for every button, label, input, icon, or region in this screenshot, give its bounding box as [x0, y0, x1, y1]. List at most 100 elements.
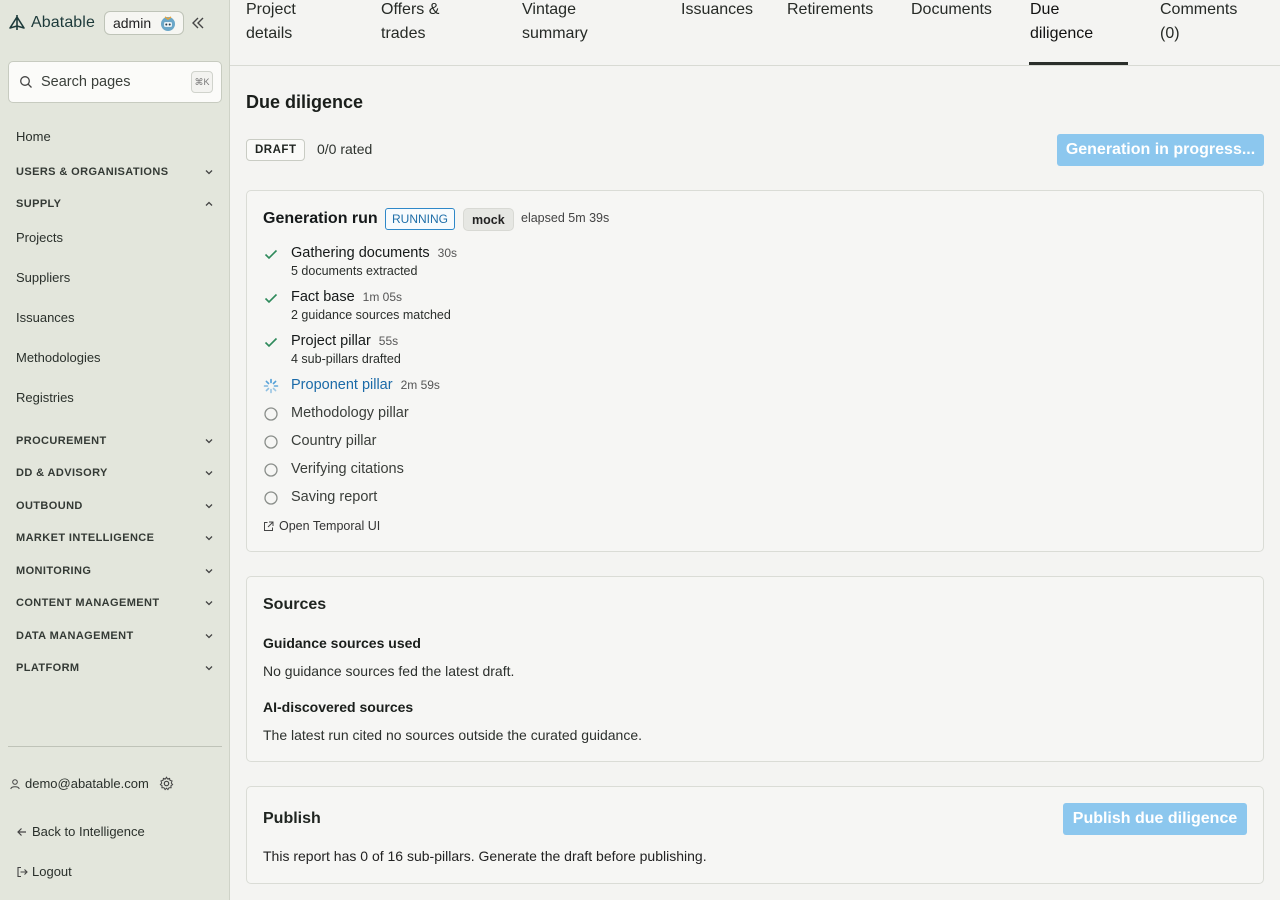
arrow-left-icon [16, 826, 28, 838]
search-shortcut: ⌘K [191, 71, 213, 93]
sidebar-section-procurement[interactable]: PROCUREMENT [16, 435, 214, 447]
sidebar-section-platform[interactable]: PLATFORM [16, 662, 214, 674]
elapsed-time: elapsed 5m 39s [521, 211, 610, 225]
check-icon [263, 290, 279, 306]
pending-circle-icon [263, 490, 279, 506]
chevron-down-icon [204, 663, 214, 673]
sidebar-section-data-management[interactable]: DATA MANAGEMENT [16, 630, 214, 642]
pending-circle-icon [263, 462, 279, 478]
section-label: MONITORING [16, 565, 92, 577]
check-icon [263, 246, 279, 262]
tab-label-line: details [246, 25, 293, 42]
publish-title: Publish [263, 810, 321, 827]
step-name: Proponent pillar [291, 377, 393, 393]
abatable-logo-icon [8, 14, 26, 32]
user-icon [9, 778, 21, 790]
step-detail: 5 documents extracted [291, 264, 418, 278]
section-label: MARKET INTELLIGENCE [16, 532, 155, 544]
external-link-icon [263, 521, 274, 532]
sidebar-divider [8, 746, 222, 747]
sidebar-section-outbound[interactable]: OUTBOUND [16, 500, 214, 512]
chevron-down-icon [204, 167, 214, 177]
search-input[interactable]: Search pages ⌘K [8, 61, 222, 103]
page-title: Due diligence [246, 92, 364, 112]
guidance-sources-heading: Guidance sources used [263, 635, 421, 651]
step-duration: 55s [378, 334, 399, 348]
active-tab-indicator [1029, 62, 1128, 65]
run-status-badge: RUNNING [385, 208, 455, 230]
run-mode-badge: mock [463, 208, 514, 231]
tab-issuances[interactable]: Issuances [681, 0, 753, 22]
sidebar-section-monitoring[interactable]: MONITORING [16, 565, 214, 577]
sidebar-item-registries[interactable]: Registries [16, 390, 74, 405]
sidebar-section-users-organisations[interactable]: USERS & ORGANISATIONS [16, 166, 214, 178]
chevron-up-icon [204, 199, 214, 209]
logout-link[interactable]: Logout [16, 864, 72, 879]
step-label: Project pillar 55s [291, 333, 398, 349]
chevron-down-icon [204, 501, 214, 511]
step-detail: 2 guidance sources matched [291, 308, 451, 322]
logout-label: Logout [32, 864, 72, 879]
ai-sources-heading: AI-discovered sources [263, 699, 414, 715]
section-label: DATA MANAGEMENT [16, 630, 134, 642]
step-name: Saving report [291, 489, 378, 505]
step-label: Fact base 1m 05s [291, 289, 402, 305]
sidebar-item-issuances[interactable]: Issuances [16, 310, 75, 325]
tab-label-line: Comments [1160, 1, 1238, 18]
sidebar-section-dd-advisory[interactable]: DD & ADVISORY [16, 467, 214, 479]
sidebar-section-market-intelligence[interactable]: MARKET INTELLIGENCE [16, 532, 214, 544]
step-name: Country pillar [291, 433, 377, 449]
tab-label-line: diligence [1030, 25, 1094, 42]
role-switcher[interactable]: admin [103, 11, 185, 35]
sidebar-section-content-management[interactable]: CONTENT MANAGEMENT [16, 597, 214, 609]
open-temporal-ui-link[interactable]: Open Temporal UI [263, 519, 380, 533]
search-placeholder: Search pages [41, 74, 131, 90]
tab-retirements[interactable]: Retirements [787, 0, 873, 22]
publish-button[interactable]: Publish due diligence [1063, 803, 1247, 835]
sidebar-item-home[interactable]: Home [16, 129, 51, 144]
tab-label-line: trades [381, 25, 426, 42]
back-to-intelligence-link[interactable]: Back to Intelligence [16, 824, 145, 839]
chevron-down-icon [204, 631, 214, 641]
step-name: Gathering documents [291, 245, 430, 261]
run-title: Generation run [263, 210, 378, 227]
sources-title: Sources [263, 596, 327, 613]
step-label: Proponent pillar 2m 59s [291, 377, 440, 393]
guidance-sources-text: No guidance sources fed the latest draft… [263, 663, 515, 679]
robot-avatar-icon [159, 14, 177, 32]
collapse-sidebar-icon[interactable] [190, 15, 206, 31]
tab-project-details[interactable]: Project details [246, 0, 296, 46]
tab-comments[interactable]: Comments (0) [1160, 0, 1237, 46]
section-label: PLATFORM [16, 662, 80, 674]
sidebar-section-supply[interactable]: SUPPLY [16, 198, 214, 210]
logout-icon [16, 866, 28, 878]
brand-row: Abatable admin [8, 10, 222, 36]
pending-circle-icon [263, 406, 279, 422]
section-label: SUPPLY [16, 198, 62, 210]
spinner-icon [263, 378, 279, 394]
rated-count: 0/0 rated [317, 141, 373, 157]
status-badge: DRAFT [246, 139, 306, 161]
sidebar-item-methodologies[interactable]: Methodologies [16, 350, 101, 365]
sidebar-item-projects[interactable]: Projects [16, 230, 63, 245]
chevron-down-icon [204, 533, 214, 543]
user-account: demo@abatable.com [9, 776, 174, 791]
publish-note: This report has 0 of 16 sub-pillars. Gen… [263, 848, 707, 864]
back-label: Back to Intelligence [32, 824, 145, 839]
tab-offers-trades[interactable]: Offers & trades [381, 0, 439, 46]
tab-vintage-summary[interactable]: Vintage summary [522, 0, 588, 46]
generate-button[interactable]: Generation in progress... [1057, 134, 1264, 166]
sources-card: Sources Guidance sources used No guidanc… [246, 576, 1264, 762]
chevron-down-icon [204, 468, 214, 478]
sidebar-item-suppliers[interactable]: Suppliers [16, 270, 70, 285]
sidebar: Abatable admin Search pages ⌘K Home USER… [0, 0, 230, 900]
tab-label-line: Offers & [381, 1, 440, 18]
step-name: Fact base [291, 289, 355, 305]
gear-icon[interactable] [159, 776, 174, 791]
step-duration: 1m 05s [362, 290, 403, 304]
tab-documents[interactable]: Documents [911, 0, 992, 22]
step-name: Methodology pillar [291, 405, 409, 421]
step-name: Verifying citations [291, 461, 404, 477]
check-icon [263, 334, 279, 350]
tab-due-diligence[interactable]: Due diligence [1030, 0, 1093, 46]
